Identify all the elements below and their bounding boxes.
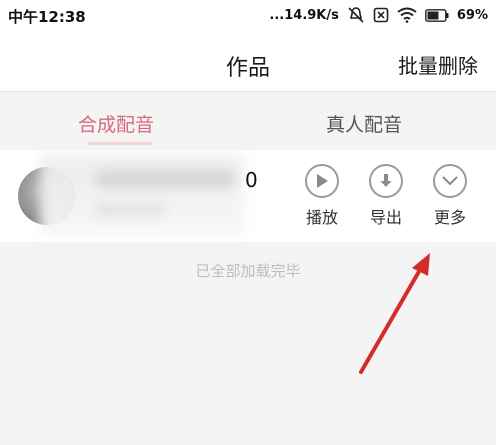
annotation-arrow-icon <box>359 253 430 374</box>
